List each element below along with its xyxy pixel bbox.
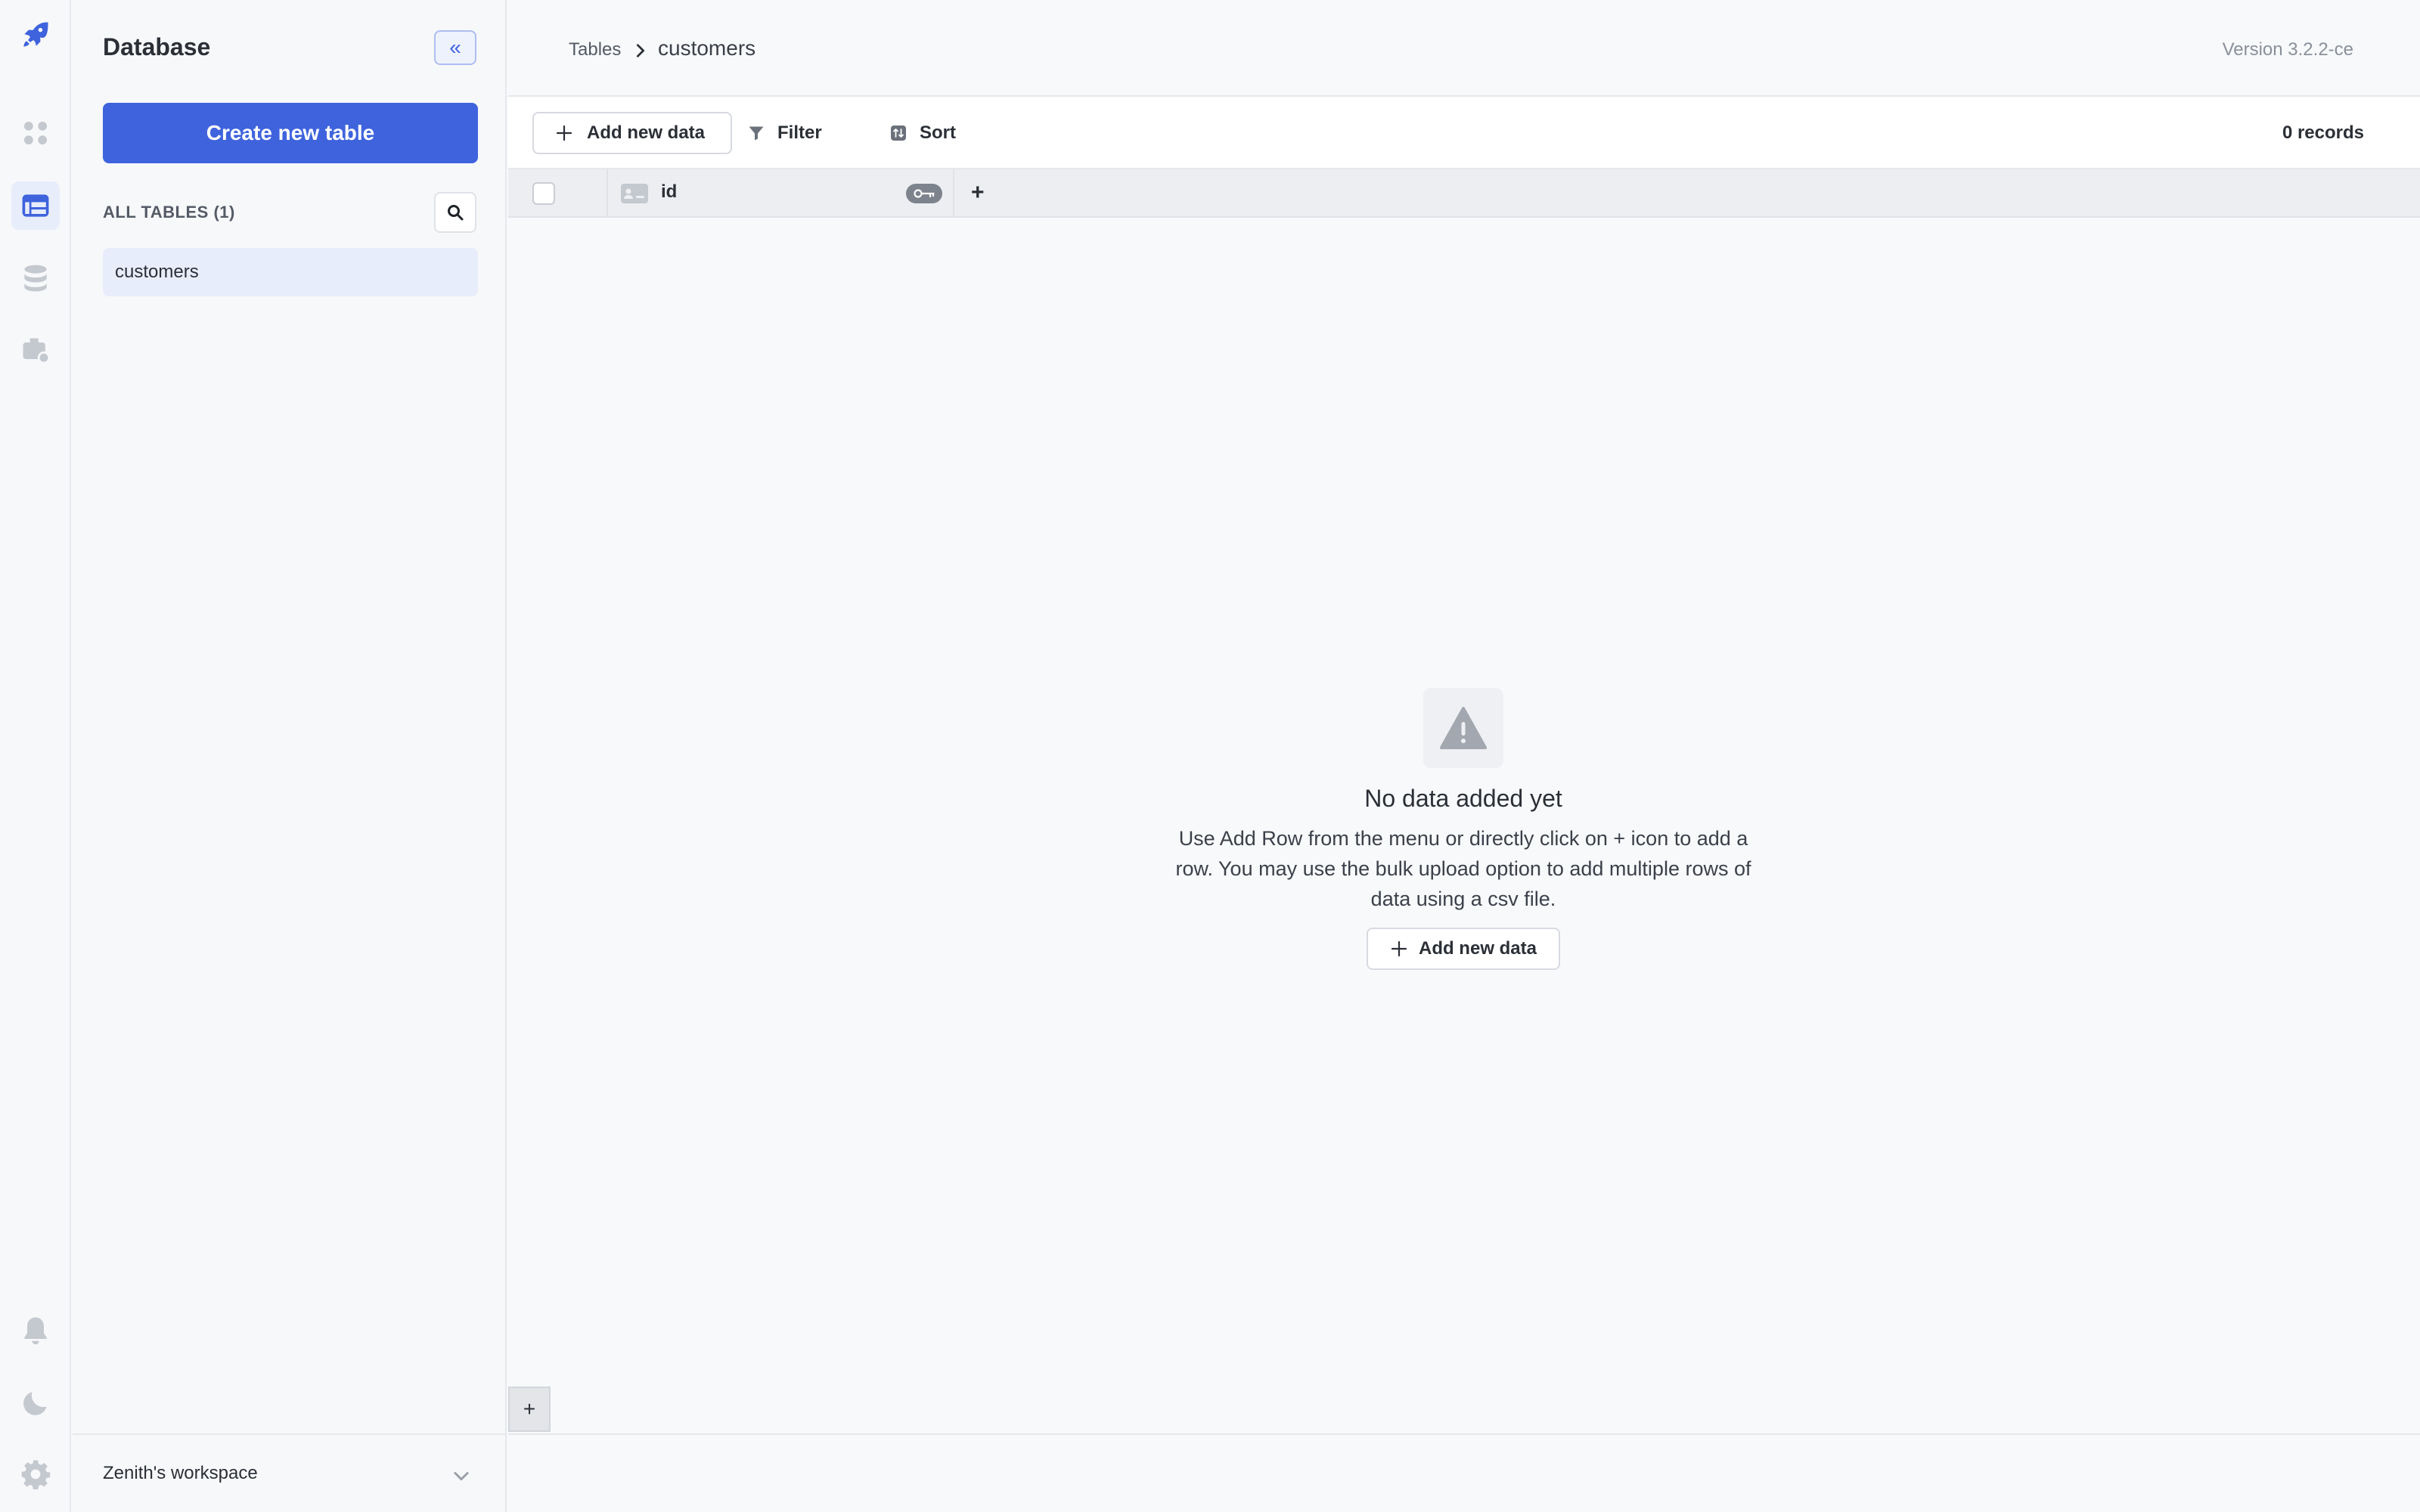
version-label: Version 3.2.2-ce xyxy=(2222,39,2353,60)
primary-key-badge xyxy=(906,184,942,203)
warning-icon xyxy=(1423,688,1503,768)
bell-icon[interactable] xyxy=(11,1306,60,1355)
add-new-data-button[interactable]: Add new data xyxy=(532,112,732,154)
plus-icon xyxy=(556,125,572,141)
breadcrumb-current-table: customers xyxy=(658,36,756,60)
add-new-data-label: Add new data xyxy=(587,122,706,143)
empty-state-add-data-label: Add new data xyxy=(1418,938,1537,959)
breadcrumb-tables[interactable]: Tables xyxy=(569,39,621,60)
empty-state-add-data-button[interactable]: Add new data xyxy=(1367,928,1560,970)
add-row-button[interactable]: + xyxy=(508,1387,551,1432)
workspace-switcher[interactable]: Zenith's workspace xyxy=(73,1433,507,1512)
data-sources-icon[interactable] xyxy=(11,254,60,302)
filter-icon xyxy=(749,126,764,141)
empty-state-description: Use Add Row from the menu or directly cl… xyxy=(1175,827,1751,910)
icon-rail xyxy=(0,0,71,1512)
collapse-sidebar-button[interactable]: « xyxy=(434,30,476,65)
filter-label: Filter xyxy=(777,122,822,143)
column-type-icon xyxy=(621,184,648,203)
workspace-name: Zenith's workspace xyxy=(103,1463,258,1483)
rocket-logo-icon[interactable] xyxy=(11,11,60,59)
workflows-icon[interactable] xyxy=(11,327,60,375)
chevron-right-icon xyxy=(636,44,645,57)
search-tables-button[interactable] xyxy=(434,192,476,233)
moon-icon[interactable] xyxy=(11,1379,60,1427)
empty-state: No data added yet Use Add Row from the m… xyxy=(1134,688,1792,970)
filter-button[interactable]: Filter xyxy=(747,112,822,154)
database-sidebar: Database « Create new table ALL TABLES (… xyxy=(73,0,507,1512)
select-all-checkbox[interactable] xyxy=(532,182,555,205)
page-header: Tables customers Version 3.2.2-ce xyxy=(508,0,2420,97)
sort-label: Sort xyxy=(920,122,956,143)
database-table-icon[interactable] xyxy=(11,181,60,230)
chevron-down-icon xyxy=(454,1472,469,1481)
sidebar-title: Database xyxy=(103,33,211,60)
key-icon xyxy=(914,189,935,198)
add-column-button[interactable]: + xyxy=(971,180,985,206)
column-header-id[interactable]: id xyxy=(607,169,954,218)
sort-icon xyxy=(891,125,906,141)
table-item-customers[interactable]: customers xyxy=(103,248,478,296)
plus-icon xyxy=(1391,940,1407,957)
column-name: id xyxy=(661,181,678,202)
grid-footer xyxy=(508,1433,2420,1512)
all-tables-label: ALL TABLES (1) xyxy=(103,203,235,222)
empty-state-title: No data added yet xyxy=(1364,785,1562,812)
apps-grid-icon[interactable] xyxy=(11,109,60,157)
table-toolbar: Add new data Filter Sort 0 records xyxy=(508,97,2420,169)
create-new-table-button[interactable]: Create new table xyxy=(103,103,478,163)
search-icon xyxy=(448,205,464,221)
gear-icon[interactable] xyxy=(11,1450,60,1498)
sort-button[interactable]: Sort xyxy=(889,112,956,154)
grid-header-row: id + xyxy=(508,169,2420,218)
record-count: 0 records xyxy=(2282,122,2364,143)
